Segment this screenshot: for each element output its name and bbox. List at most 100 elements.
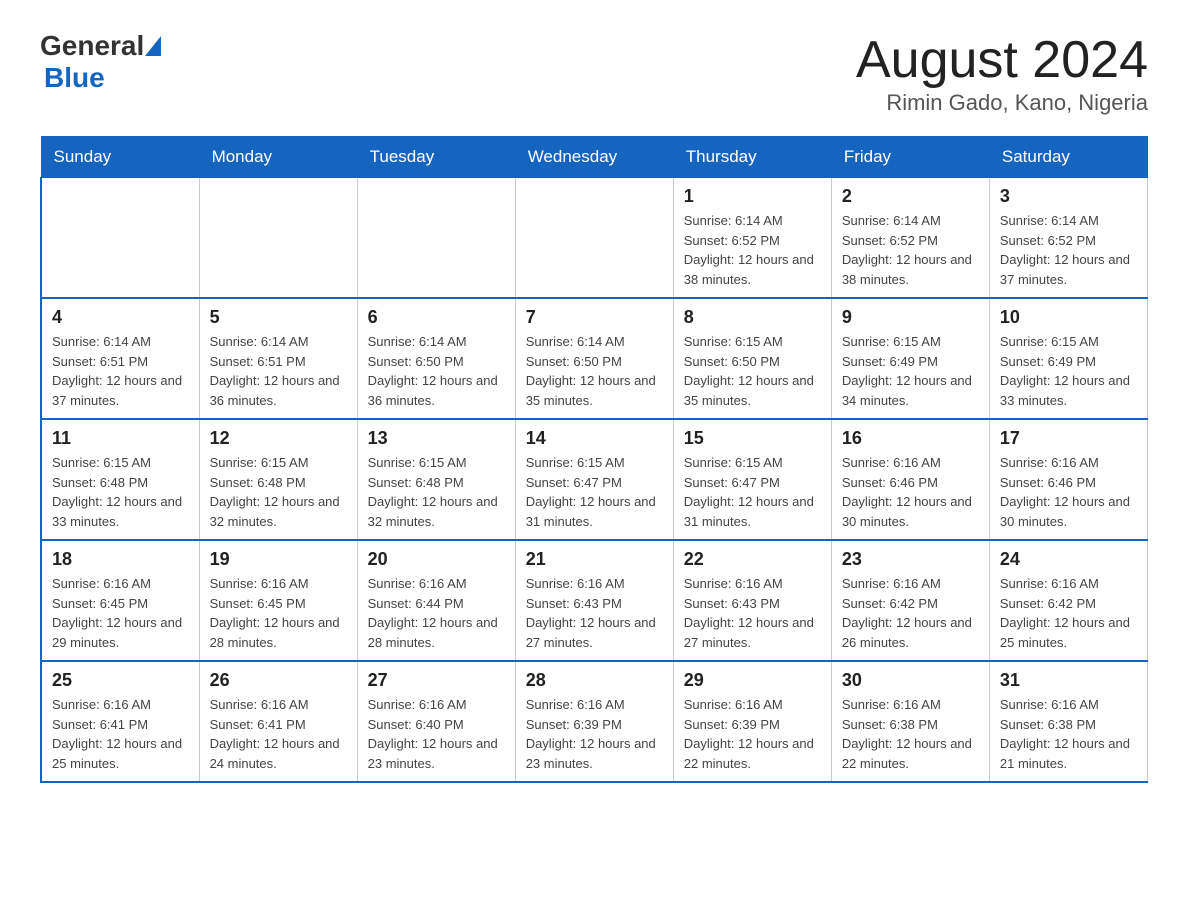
day-header-thursday: Thursday (673, 137, 831, 178)
calendar-cell: 14 Sunrise: 6:15 AM Sunset: 6:47 PM Dayli… (515, 419, 673, 540)
day-info: Sunrise: 6:14 AM Sunset: 6:52 PM Dayligh… (684, 211, 821, 289)
day-info: Sunrise: 6:15 AM Sunset: 6:49 PM Dayligh… (1000, 332, 1137, 410)
calendar-cell: 16 Sunrise: 6:16 AM Sunset: 6:46 PM Dayli… (831, 419, 989, 540)
day-number: 16 (842, 428, 979, 449)
day-info: Sunrise: 6:14 AM Sunset: 6:51 PM Dayligh… (210, 332, 347, 410)
day-info: Sunrise: 6:15 AM Sunset: 6:48 PM Dayligh… (210, 453, 347, 531)
calendar-cell: 4Sunrise: 6:14 AM Sunset: 6:51 PM Daylig… (41, 298, 199, 419)
week-row-1: 1 Sunrise: 6:14 AM Sunset: 6:52 PM Daylig… (41, 178, 1148, 299)
calendar-header: SundayMondayTuesdayWednesdayThursdayFrid… (41, 137, 1148, 178)
day-info: Sunrise: 6:16 AM Sunset: 6:43 PM Dayligh… (684, 574, 821, 652)
calendar-cell: 27 Sunrise: 6:16 AM Sunset: 6:40 PM Dayli… (357, 661, 515, 782)
day-number: 13 (368, 428, 505, 449)
calendar-cell: 6 Sunrise: 6:14 AM Sunset: 6:50 PM Daylig… (357, 298, 515, 419)
calendar-cell: 13 Sunrise: 6:15 AM Sunset: 6:48 PM Dayli… (357, 419, 515, 540)
day-header-monday: Monday (199, 137, 357, 178)
day-number: 26 (210, 670, 347, 691)
day-number: 14 (526, 428, 663, 449)
day-number: 6 (368, 307, 505, 328)
calendar-cell: 29 Sunrise: 6:16 AM Sunset: 6:39 PM Dayli… (673, 661, 831, 782)
calendar-cell: 15 Sunrise: 6:15 AM Sunset: 6:47 PM Dayli… (673, 419, 831, 540)
day-number: 9 (842, 307, 979, 328)
day-number: 2 (842, 186, 979, 207)
calendar-cell: 3Sunrise: 6:14 AM Sunset: 6:52 PM Daylig… (989, 178, 1147, 299)
day-info: Sunrise: 6:14 AM Sunset: 6:50 PM Dayligh… (526, 332, 663, 410)
day-info: Sunrise: 6:16 AM Sunset: 6:38 PM Dayligh… (1000, 695, 1137, 773)
day-number: 20 (368, 549, 505, 570)
day-number: 27 (368, 670, 505, 691)
week-row-4: 18Sunrise: 6:16 AM Sunset: 6:45 PM Dayli… (41, 540, 1148, 661)
calendar-body: 1 Sunrise: 6:14 AM Sunset: 6:52 PM Daylig… (41, 178, 1148, 783)
calendar-cell: 25 Sunrise: 6:16 AM Sunset: 6:41 PM Dayli… (41, 661, 199, 782)
day-info: Sunrise: 6:14 AM Sunset: 6:50 PM Dayligh… (368, 332, 505, 410)
calendar-cell (199, 178, 357, 299)
days-of-week-row: SundayMondayTuesdayWednesdayThursdayFrid… (41, 137, 1148, 178)
day-number: 23 (842, 549, 979, 570)
day-info: Sunrise: 6:16 AM Sunset: 6:41 PM Dayligh… (210, 695, 347, 773)
calendar-cell: 26 Sunrise: 6:16 AM Sunset: 6:41 PM Dayli… (199, 661, 357, 782)
day-info: Sunrise: 6:15 AM Sunset: 6:50 PM Dayligh… (684, 332, 821, 410)
day-info: Sunrise: 6:16 AM Sunset: 6:45 PM Dayligh… (210, 574, 347, 652)
calendar-cell: 28 Sunrise: 6:16 AM Sunset: 6:39 PM Dayli… (515, 661, 673, 782)
logo-triangle-icon (145, 36, 161, 56)
calendar-cell: 17 Sunrise: 6:16 AM Sunset: 6:46 PM Dayli… (989, 419, 1147, 540)
day-number: 28 (526, 670, 663, 691)
day-number: 22 (684, 549, 821, 570)
day-info: Sunrise: 6:15 AM Sunset: 6:49 PM Dayligh… (842, 332, 979, 410)
day-info: Sunrise: 6:16 AM Sunset: 6:46 PM Dayligh… (1000, 453, 1137, 531)
calendar-cell (515, 178, 673, 299)
day-number: 24 (1000, 549, 1137, 570)
calendar-cell: 9 Sunrise: 6:15 AM Sunset: 6:49 PM Daylig… (831, 298, 989, 419)
calendar-cell: 1 Sunrise: 6:14 AM Sunset: 6:52 PM Daylig… (673, 178, 831, 299)
logo: General Blue (40, 30, 161, 94)
calendar-cell: 12Sunrise: 6:15 AM Sunset: 6:48 PM Dayli… (199, 419, 357, 540)
day-info: Sunrise: 6:16 AM Sunset: 6:46 PM Dayligh… (842, 453, 979, 531)
title-block: August 2024 Rimin Gado, Kano, Nigeria (856, 30, 1148, 116)
day-number: 21 (526, 549, 663, 570)
day-info: Sunrise: 6:14 AM Sunset: 6:52 PM Dayligh… (1000, 211, 1137, 289)
day-number: 29 (684, 670, 821, 691)
day-info: Sunrise: 6:16 AM Sunset: 6:44 PM Dayligh… (368, 574, 505, 652)
calendar-cell: 23Sunrise: 6:16 AM Sunset: 6:42 PM Dayli… (831, 540, 989, 661)
day-number: 17 (1000, 428, 1137, 449)
page-subtitle: Rimin Gado, Kano, Nigeria (856, 90, 1148, 116)
day-info: Sunrise: 6:16 AM Sunset: 6:38 PM Dayligh… (842, 695, 979, 773)
page-header: General Blue August 2024 Rimin Gado, Kan… (40, 30, 1148, 116)
day-info: Sunrise: 6:14 AM Sunset: 6:52 PM Dayligh… (842, 211, 979, 289)
day-info: Sunrise: 6:16 AM Sunset: 6:39 PM Dayligh… (684, 695, 821, 773)
day-info: Sunrise: 6:16 AM Sunset: 6:42 PM Dayligh… (1000, 574, 1137, 652)
logo-general-text: General (40, 30, 144, 62)
day-number: 15 (684, 428, 821, 449)
calendar-cell (357, 178, 515, 299)
day-number: 8 (684, 307, 821, 328)
day-info: Sunrise: 6:16 AM Sunset: 6:40 PM Dayligh… (368, 695, 505, 773)
day-number: 30 (842, 670, 979, 691)
day-info: Sunrise: 6:15 AM Sunset: 6:47 PM Dayligh… (684, 453, 821, 531)
day-info: Sunrise: 6:14 AM Sunset: 6:51 PM Dayligh… (52, 332, 189, 410)
calendar-cell: 19Sunrise: 6:16 AM Sunset: 6:45 PM Dayli… (199, 540, 357, 661)
day-number: 1 (684, 186, 821, 207)
day-number: 25 (52, 670, 189, 691)
calendar-cell: 7Sunrise: 6:14 AM Sunset: 6:50 PM Daylig… (515, 298, 673, 419)
week-row-2: 4Sunrise: 6:14 AM Sunset: 6:51 PM Daylig… (41, 298, 1148, 419)
calendar-cell: 20 Sunrise: 6:16 AM Sunset: 6:44 PM Dayli… (357, 540, 515, 661)
day-header-friday: Friday (831, 137, 989, 178)
calendar-cell: 21Sunrise: 6:16 AM Sunset: 6:43 PM Dayli… (515, 540, 673, 661)
day-number: 5 (210, 307, 347, 328)
day-number: 10 (1000, 307, 1137, 328)
calendar-cell: 2 Sunrise: 6:14 AM Sunset: 6:52 PM Daylig… (831, 178, 989, 299)
calendar-table: SundayMondayTuesdayWednesdayThursdayFrid… (40, 136, 1148, 783)
day-header-sunday: Sunday (41, 137, 199, 178)
week-row-5: 25 Sunrise: 6:16 AM Sunset: 6:41 PM Dayli… (41, 661, 1148, 782)
calendar-cell: 8 Sunrise: 6:15 AM Sunset: 6:50 PM Daylig… (673, 298, 831, 419)
day-info: Sunrise: 6:15 AM Sunset: 6:48 PM Dayligh… (368, 453, 505, 531)
calendar-cell (41, 178, 199, 299)
calendar-cell: 31Sunrise: 6:16 AM Sunset: 6:38 PM Dayli… (989, 661, 1147, 782)
day-info: Sunrise: 6:16 AM Sunset: 6:41 PM Dayligh… (52, 695, 189, 773)
day-header-wednesday: Wednesday (515, 137, 673, 178)
logo-blue-text: Blue (44, 62, 161, 94)
day-info: Sunrise: 6:15 AM Sunset: 6:47 PM Dayligh… (526, 453, 663, 531)
day-header-tuesday: Tuesday (357, 137, 515, 178)
day-info: Sunrise: 6:16 AM Sunset: 6:39 PM Dayligh… (526, 695, 663, 773)
calendar-cell: 11Sunrise: 6:15 AM Sunset: 6:48 PM Dayli… (41, 419, 199, 540)
